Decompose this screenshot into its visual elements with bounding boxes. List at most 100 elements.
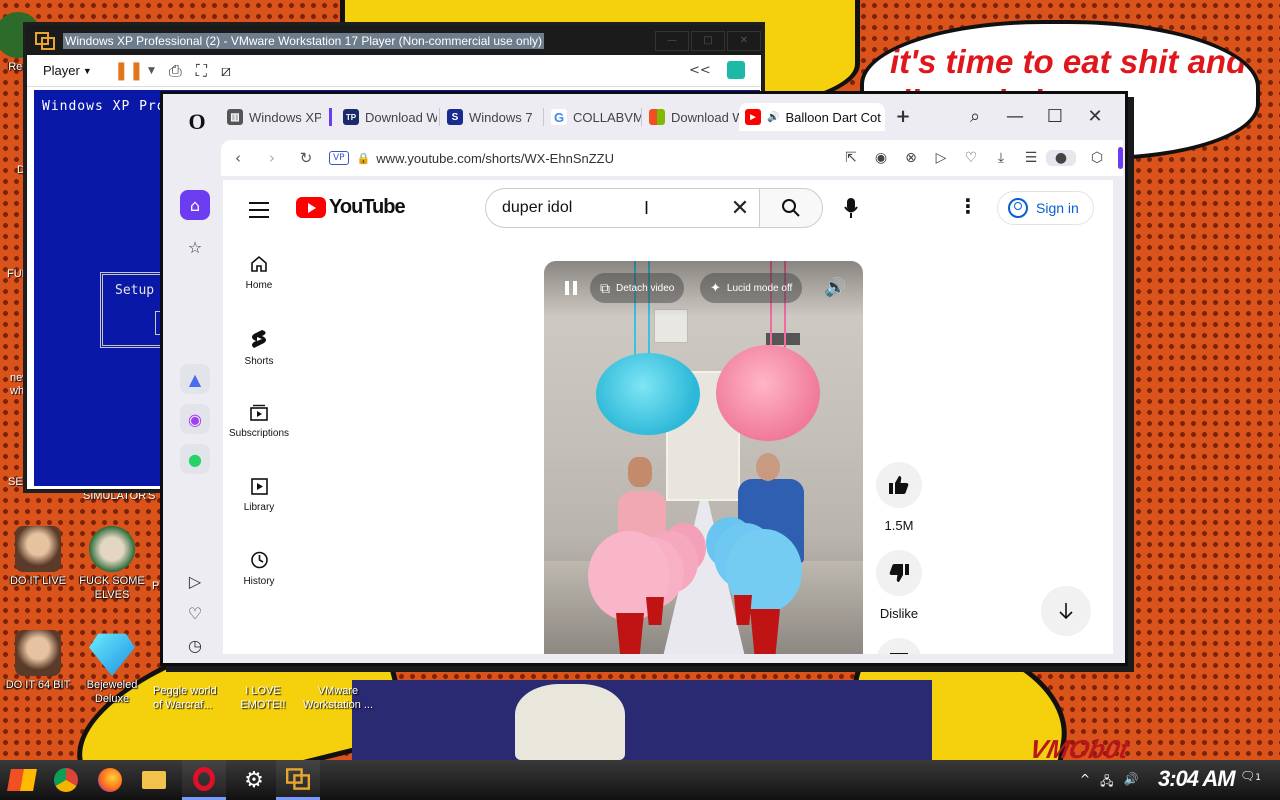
player-menu-button[interactable]: Player ▼ [43, 63, 92, 78]
adblock-icon[interactable]: ⊗ [896, 150, 926, 166]
aria-icon[interactable]: ▲ [180, 364, 210, 394]
desktop-icon-do-it-live[interactable]: DO IT LIVE [0, 526, 76, 588]
opera-logo-icon[interactable]: O [183, 108, 211, 136]
taskbar-opera[interactable] [182, 760, 226, 800]
speaker-icon[interactable]: 🔊 [767, 112, 779, 123]
nav-label: Home [245, 280, 273, 291]
heart-icon[interactable]: ♡ [956, 150, 986, 166]
tab-collabvm[interactable]: G COLLABVM [545, 103, 641, 131]
desktop-icon-label-d[interactable]: D [17, 164, 25, 176]
sign-in-button[interactable]: Sign in [997, 191, 1094, 225]
search-input[interactable]: duper idol I ✕ [485, 188, 759, 228]
library-icon[interactable] [727, 61, 745, 79]
minimize-icon[interactable]: — [1005, 106, 1025, 127]
taskbar-settings[interactable]: ⚙ [232, 760, 276, 800]
collapse-icon[interactable]: << [689, 63, 711, 78]
taskbar-firefox[interactable] [88, 760, 132, 800]
vpn-badge[interactable]: VP [329, 151, 349, 165]
vmware-titlebar[interactable]: Windows XP Professional (2) - VMware Wor… [27, 26, 761, 55]
more-icon[interactable]: ⋯ [180, 660, 210, 663]
desktop-icon-fuck-some-elves[interactable]: FUCK SOME ELVES [74, 526, 150, 602]
next-video-button[interactable] [1041, 586, 1091, 636]
comments-button[interactable] [876, 638, 922, 654]
pause-icon[interactable]: ❚❚ [114, 60, 144, 81]
tab-divider [439, 108, 440, 126]
tray-overflow-icon[interactable]: ^ [1080, 772, 1090, 793]
nav-subscriptions[interactable]: Subscriptions [223, 402, 295, 439]
heart-icon[interactable]: ♡ [180, 598, 210, 628]
youtube-logo[interactable]: YouTube [296, 196, 406, 219]
close-icon[interactable]: ✕ [727, 30, 761, 51]
voice-search-button[interactable] [833, 190, 869, 226]
desktop-icon-label-vmware[interactable]: VMware Workstation ... [300, 684, 376, 712]
whatsapp-icon[interactable]: ● [180, 444, 210, 474]
back-icon[interactable]: ‹ [221, 149, 255, 167]
tab-windows-xp[interactable]: ▥ Windows XP [221, 103, 321, 131]
volume-icon[interactable]: 🔊 [1123, 772, 1138, 793]
desktop-icon-bejeweled[interactable]: Bejeweled Deluxe [74, 630, 150, 706]
star-icon[interactable]: ☆ [180, 232, 210, 262]
detach-video-button[interactable]: ⧉ Detach video [590, 273, 685, 303]
close-icon[interactable]: ✕ [1085, 106, 1105, 127]
snapshot-icon[interactable]: ◉ [866, 150, 896, 166]
extensions-icon[interactable]: ⬡ [1082, 150, 1112, 166]
history-icon[interactable]: ◷ [180, 630, 210, 660]
like-button[interactable] [876, 462, 922, 508]
desktop-icon-label: DO IT 64 BIT [5, 679, 71, 691]
network-icon[interactable]: 🖧 [1100, 772, 1113, 793]
reload-icon[interactable]: ↻ [289, 149, 323, 167]
play-icon[interactable]: ▷ [926, 150, 956, 166]
unity-icon[interactable]: ⧄ [221, 61, 231, 81]
player-icon[interactable]: ▷ [180, 566, 210, 596]
nav-history[interactable]: History [223, 550, 295, 587]
pause-icon[interactable] [564, 280, 578, 296]
easy-setup-icon[interactable]: ☰ [1016, 150, 1046, 166]
caret-down-icon[interactable]: ▼ [148, 66, 155, 76]
sidebar-toggle-icon[interactable] [1118, 147, 1123, 169]
shorts-video-player[interactable]: ⧉ Detach video ✦ Lucid mode off 🔊 [544, 261, 863, 654]
nav-library[interactable]: Library [223, 476, 295, 513]
nav-home[interactable]: Home [223, 254, 295, 291]
send-keys-icon[interactable]: ⎙ [169, 61, 182, 81]
url-field[interactable]: www.youtube.com/shorts/WX-EhnSnZZU [376, 151, 836, 166]
dislike-action[interactable]: Dislike [874, 550, 924, 621]
minimize-icon[interactable]: — [655, 30, 689, 51]
settings-dots-icon[interactable]: ⋮ [958, 194, 978, 218]
new-tab-icon[interactable]: + [893, 106, 913, 127]
tab-download-w-2[interactable]: Download W [643, 103, 739, 131]
desktop-icon-label-s[interactable]: S [148, 490, 155, 502]
desktop-icon-label-p[interactable]: P [152, 580, 159, 592]
profile-icon[interactable]: ● [1046, 150, 1076, 166]
dislike-button[interactable] [876, 550, 922, 596]
taskbar-clock[interactable]: 3:04 AM [1158, 766, 1236, 792]
comments-action[interactable]: 1K [874, 638, 924, 654]
desktop-icon-label-peggle[interactable]: Peggle world of Warcraf... [153, 684, 225, 712]
taskbar-explorer[interactable] [132, 760, 176, 800]
volume-icon[interactable]: 🔊 [824, 277, 846, 298]
lucid-mode-button[interactable]: ✦ Lucid mode off [700, 273, 803, 303]
nav-shorts[interactable]: Shorts [223, 328, 295, 367]
tab-download-w-1[interactable]: TP Download W [337, 103, 437, 131]
home-icon[interactable]: ⌂ [180, 190, 210, 220]
start-button[interactable] [0, 760, 44, 800]
maximize-icon[interactable]: □ [691, 30, 725, 51]
hamburger-menu-icon[interactable] [249, 202, 269, 218]
tab-balloon-dart[interactable]: ▶ 🔊 Balloon Dart Cot [739, 103, 885, 131]
taskbar-chrome[interactable] [44, 760, 88, 800]
messenger-icon[interactable]: ◉ [180, 404, 210, 434]
search-button[interactable] [759, 188, 823, 228]
forward-icon[interactable]: › [255, 149, 289, 167]
clear-search-icon[interactable]: ✕ [727, 195, 753, 221]
tab-windows-7[interactable]: S Windows 7 [441, 103, 541, 131]
desktop-icon-do-it-64-bit[interactable]: DO IT 64 BIT [0, 630, 76, 692]
desktop-icon-label-emote[interactable]: I LOVE EMOTE!! [240, 684, 286, 712]
download-icon[interactable]: ⤓ [986, 150, 1016, 166]
desktop-icon-label-simulator[interactable]: SIMULATOR [83, 490, 146, 502]
maximize-icon[interactable]: ☐ [1045, 106, 1065, 127]
fit-guest-icon[interactable]: ⛶ [196, 61, 207, 81]
like-action[interactable]: 1.5M [874, 462, 924, 533]
share-icon[interactable]: ⇱ [836, 150, 866, 166]
notification-center-icon[interactable]: 🗨1 [1240, 769, 1261, 783]
search-tabs-icon[interactable]: ⌕ [965, 106, 985, 127]
taskbar-vmware[interactable] [276, 760, 320, 800]
